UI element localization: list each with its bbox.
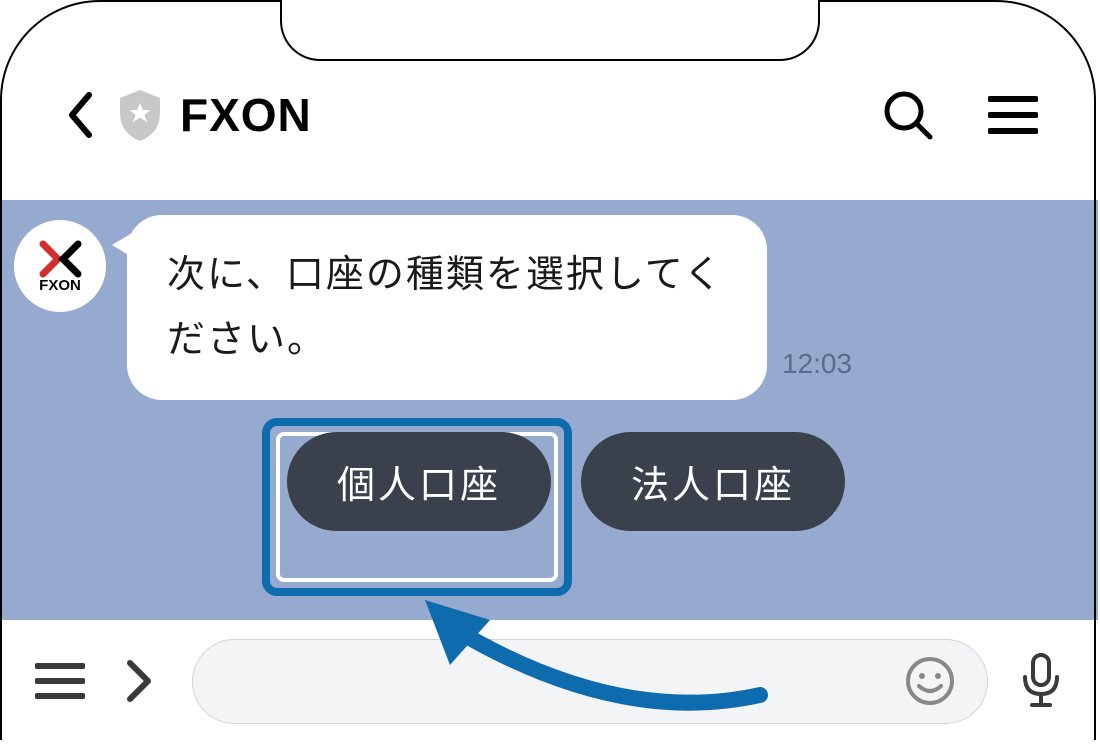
microphone-icon: [1020, 652, 1062, 710]
message-bubble: 次に、口座の種類を選択してください。: [127, 215, 767, 400]
phone-notch: [280, 0, 820, 61]
message-timestamp: 12:03: [782, 348, 852, 380]
personal-account-button[interactable]: 個人口座: [287, 432, 551, 531]
phone-frame: FXON: [0, 0, 1100, 748]
input-bar: [2, 622, 1098, 740]
menu-button[interactable]: [985, 88, 1040, 143]
chevron-right-icon: [125, 657, 155, 705]
search-button[interactable]: [880, 88, 935, 143]
hamburger-icon: [988, 95, 1038, 135]
chat-title: FXON: [180, 88, 312, 142]
chat-avatar[interactable]: FXON: [14, 220, 106, 312]
input-menu-button[interactable]: [32, 654, 87, 709]
input-expand-button[interactable]: [112, 654, 167, 709]
back-button[interactable]: [60, 85, 100, 145]
chevron-left-icon: [66, 90, 94, 140]
message-text: 次に、口座の種類を選択してください。: [167, 243, 727, 372]
chat-area: FXON 次に、口座の種類を選択してください。 12:03 個人口座 法人口座: [2, 200, 1098, 620]
microphone-button[interactable]: [1013, 654, 1068, 709]
smiley-icon: [905, 656, 955, 706]
emoji-button[interactable]: [902, 654, 957, 709]
chat-header: FXON: [0, 75, 1100, 155]
message-input[interactable]: [192, 639, 988, 724]
search-icon: [882, 89, 934, 141]
option-buttons: 個人口座 法人口座: [287, 432, 845, 531]
hamburger-icon: [35, 662, 85, 700]
avatar-label: FXON: [39, 277, 81, 294]
header-actions: [880, 88, 1040, 143]
avatar-logo: FXON: [33, 239, 88, 294]
shield-icon: [115, 88, 165, 143]
corporate-account-button[interactable]: 法人口座: [581, 432, 845, 531]
